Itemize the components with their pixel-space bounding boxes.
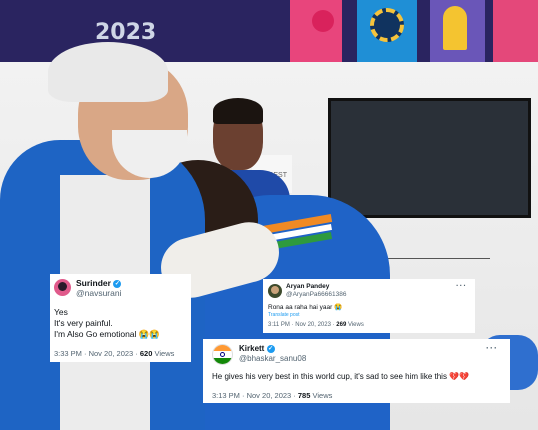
tv-cable <box>370 218 490 259</box>
tweet-author-name[interactable]: Surinder <box>76 278 111 288</box>
tweet-views-label: Views <box>347 322 364 328</box>
avatar[interactable] <box>54 279 71 296</box>
tweet-meta: 3:11 PM · Nov 20, 2023 · 269 Views <box>268 322 364 328</box>
tweet-author-name[interactable]: Aryan Pandey <box>286 283 329 290</box>
tweet-card-surinder[interactable]: Surinder ✓ @navsurani Yes It's very pain… <box>50 274 191 362</box>
more-options-icon[interactable]: ··· <box>486 343 498 353</box>
tweet-text-line: It's very painful. <box>54 318 113 328</box>
television <box>328 98 531 218</box>
banner-tile-magenta <box>493 0 538 62</box>
avatar[interactable] <box>268 284 282 298</box>
tweet-timestamp[interactable]: 3:11 PM · Nov 20, 2023 · <box>268 322 336 328</box>
tweet-author-handle[interactable]: @AryanPa66661386 <box>286 291 346 298</box>
tweet-views-count: 269 <box>336 322 347 328</box>
verified-badge-icon: ✓ <box>113 279 122 288</box>
tweet-views-count: 785 <box>297 391 311 400</box>
tweet-text-line: Rona aa raha hai yaar 😭 <box>268 304 343 311</box>
tweet-views-label: Views <box>312 391 333 400</box>
more-options-icon[interactable]: ··· <box>456 281 467 290</box>
man-hair <box>48 42 168 102</box>
tweet-meta: 3:33 PM · Nov 20, 2023 · 620 Views <box>54 349 174 358</box>
tweet-text-line: Yes <box>54 307 68 317</box>
translate-post-link[interactable]: Translate post <box>268 312 300 318</box>
tweet-author-handle[interactable]: @bhaskar_sanu08 <box>239 354 306 363</box>
tweet-text-line: He gives his very best in this world cup… <box>212 372 470 381</box>
tweet-timestamp[interactable]: 3:33 PM · Nov 20, 2023 · <box>54 349 140 358</box>
tweet-card-aryan[interactable]: Aryan Pandey @AryanPa66661386 ··· Rona a… <box>263 279 475 333</box>
background-player-hair <box>213 98 263 124</box>
tweet-views-count: 620 <box>139 349 153 358</box>
tweet-meta: 3:13 PM · Nov 20, 2023 · 785 Views <box>212 391 332 400</box>
verified-badge-icon: ✓ <box>266 344 275 353</box>
banner-tile-sun <box>370 8 404 42</box>
banner-tile-figure <box>443 6 467 50</box>
tweet-text-line: I'm Also Go emotional 😭😭 <box>54 329 160 339</box>
avatar[interactable] <box>212 344 233 365</box>
banner-tile-pink <box>290 0 342 62</box>
tweet-views-label: Views <box>154 349 175 358</box>
tweet-timestamp[interactable]: 3:13 PM · Nov 20, 2023 · <box>212 391 298 400</box>
tweet-author-handle[interactable]: @navsurani <box>76 288 121 298</box>
tweet-card-kirkett[interactable]: Kirkett ✓ @bhaskar_sanu08 ··· He gives h… <box>203 339 510 403</box>
banner-tile-circle <box>312 10 334 32</box>
tweet-author-name[interactable]: Kirkett <box>239 344 264 353</box>
